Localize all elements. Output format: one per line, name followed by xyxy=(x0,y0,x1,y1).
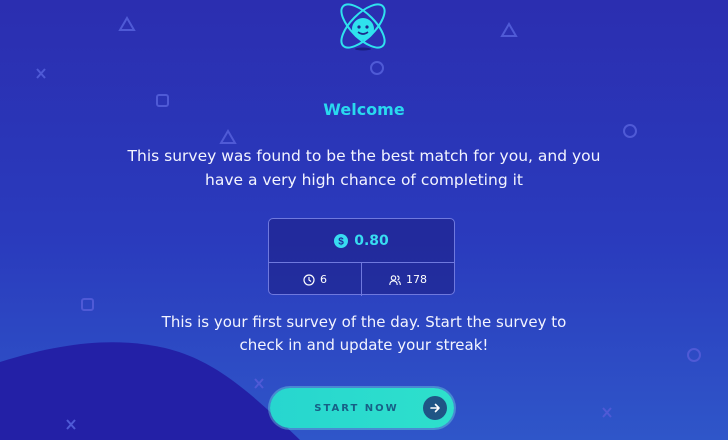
start-now-button[interactable]: START NOW xyxy=(270,388,454,428)
mascot-logo-icon xyxy=(340,3,386,51)
dollar-coin-icon: $ xyxy=(334,233,349,248)
participants-value: 178 xyxy=(406,273,427,286)
streak-message: This is your first survey of the day. St… xyxy=(161,313,567,354)
duration-value: 6 xyxy=(320,273,327,286)
reward-amount-row: $ 0.80 xyxy=(269,219,454,263)
arrow-right-icon xyxy=(423,396,447,420)
users-icon xyxy=(389,274,401,285)
svg-text:$: $ xyxy=(338,236,344,247)
welcome-title: Welcome xyxy=(323,100,405,119)
survey-reward-card: $ 0.80 6 178 xyxy=(268,218,455,296)
duration-stat: 6 xyxy=(269,263,361,296)
start-now-label: START NOW xyxy=(314,402,399,414)
reward-amount: 0.80 xyxy=(354,232,389,249)
clock-icon xyxy=(303,273,315,286)
participants-stat: 178 xyxy=(361,263,454,296)
intro-text: This survey was found to be the best mat… xyxy=(127,147,601,189)
survey-stats-row: 6 178 xyxy=(269,263,454,296)
